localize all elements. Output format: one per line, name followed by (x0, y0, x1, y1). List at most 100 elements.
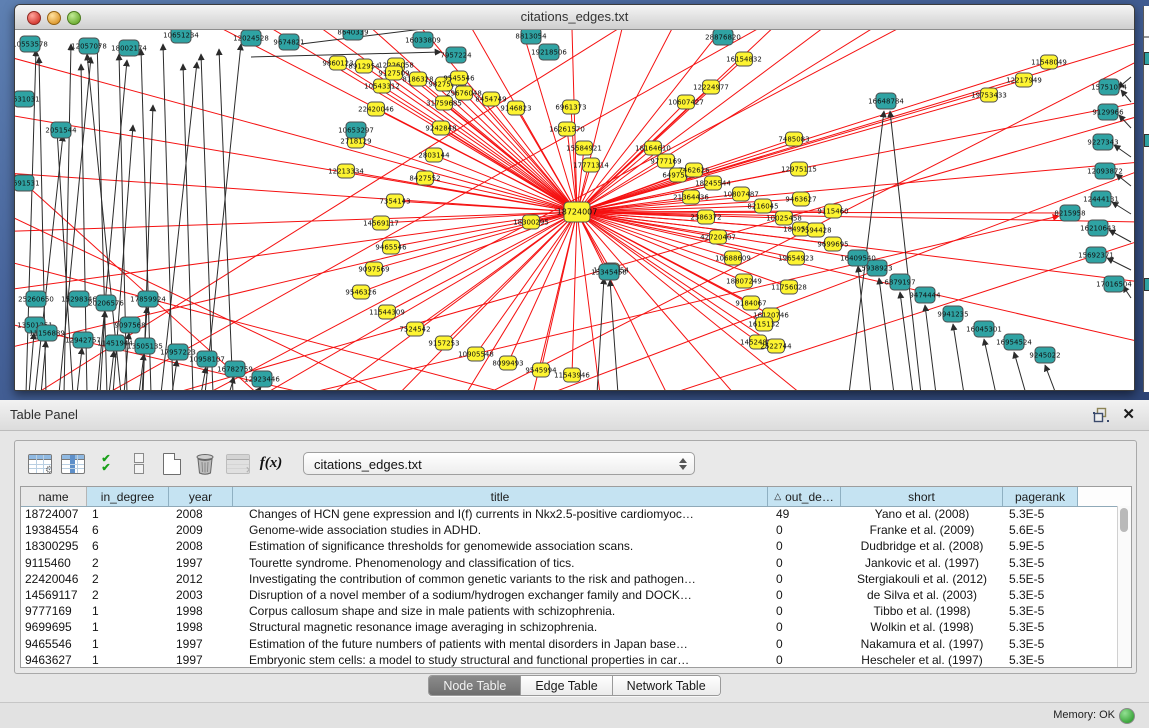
table-row[interactable]: 946362711997Embryonic stem cells: a mode… (21, 652, 1118, 668)
graph-edge[interactable] (251, 212, 577, 390)
table-cell: Hescheler et al. (1997) (841, 652, 1003, 668)
graph-edge[interactable] (577, 212, 1134, 342)
graph-node-label: 9545546 (443, 75, 475, 83)
graph-edge[interactable] (444, 103, 577, 212)
table-cell: 2008 (169, 538, 233, 554)
column-header-name[interactable]: name (21, 487, 87, 506)
table-row[interactable]: 977716911998Corpus callosum shape and si… (21, 603, 1118, 619)
table-row[interactable]: 946554611997Estimation of the future num… (21, 636, 1118, 652)
graph-edge[interactable] (610, 280, 618, 390)
scrollbar-thumb[interactable] (1120, 508, 1128, 532)
column-header-year[interactable]: year (169, 487, 233, 506)
graph-edge[interactable] (858, 266, 871, 390)
graph-node-label: 17771314 (573, 162, 609, 170)
table-cell: 1 (87, 652, 169, 668)
graph-edge[interactable] (251, 52, 441, 57)
table-row[interactable]: 1456911722003Disruption of a novel membe… (21, 587, 1118, 603)
table-row[interactable]: 969969511998Structural magnetic resonanc… (21, 619, 1118, 635)
network-graph[interactable]: 9860123891295412226058912750981863281054… (15, 30, 1134, 390)
graph-edge[interactable] (391, 212, 577, 390)
delete-rows-icon[interactable] (190, 449, 220, 479)
graph-edge[interactable] (1114, 145, 1131, 157)
graph-edge[interactable] (163, 44, 173, 390)
graph-edge[interactable] (1045, 365, 1056, 390)
graph-edge[interactable] (15, 212, 577, 292)
tab-node-table[interactable]: Node Table (429, 676, 521, 695)
graph-node-label: 11756028 (771, 284, 807, 292)
graph-edge[interactable] (35, 135, 63, 390)
graph-edge[interactable] (577, 30, 811, 212)
table-cell: 0 (768, 522, 841, 538)
graph-edge[interactable] (161, 117, 1134, 390)
graph-edge[interactable] (29, 333, 34, 390)
table-row[interactable]: 1872400712008Changes of HCN gene express… (21, 506, 1118, 522)
column-header-in_degree[interactable]: in_degree (87, 487, 169, 506)
graph-edge[interactable] (205, 44, 241, 390)
graph-edge[interactable] (382, 86, 577, 212)
graph-edge[interactable] (151, 30, 577, 212)
close-panel-icon[interactable]: ✕ (1122, 405, 1135, 423)
graph-edge[interactable] (211, 30, 577, 212)
column-header-title[interactable]: title (233, 487, 768, 506)
float-panel-icon[interactable] (1093, 407, 1109, 423)
graph-node-label: 7594428 (800, 227, 831, 235)
window-titlebar[interactable]: citations_edges.txt (15, 5, 1134, 30)
graph-node-label: 10807487 (723, 191, 759, 199)
graph-edge[interactable] (476, 212, 577, 354)
select-columns-icon[interactable] (58, 449, 88, 479)
column-header-out_de[interactable]: △out_de… (768, 487, 841, 506)
table-cell: 5.3E-5 (1003, 636, 1078, 652)
graph-edge[interactable] (577, 62, 1049, 212)
graph-edge[interactable] (395, 201, 577, 212)
table-selector-dropdown[interactable]: citations_edges.txt (303, 452, 695, 475)
graph-edge[interactable] (77, 348, 82, 390)
table-row[interactable]: 1830029562008Estimation of significance … (21, 538, 1118, 554)
table-cell: Estimation of the future numbers of pati… (233, 636, 768, 652)
graph-edge[interactable] (577, 212, 601, 390)
new-table-icon[interactable] (157, 449, 187, 479)
graph-edge[interactable] (1112, 202, 1131, 214)
tab-edge-table[interactable]: Edge Table (521, 676, 612, 695)
graph-edge[interactable] (15, 257, 521, 390)
graph-edge[interactable] (984, 339, 996, 390)
graph-edge[interactable] (1121, 90, 1131, 102)
function-builder-icon[interactable]: f(x) (256, 449, 286, 479)
table-cell: 1997 (169, 652, 233, 668)
table-row[interactable]: 911546021997Tourette syndrome. Phenomeno… (21, 555, 1118, 571)
graph-edge[interactable] (201, 367, 206, 390)
graph-edge[interactable] (879, 278, 894, 390)
column-header-short[interactable]: short (841, 487, 1003, 506)
graph-node-label: 9146823 (500, 105, 531, 113)
table-cell: 0 (768, 636, 841, 652)
column-header-pagerank[interactable]: pagerank (1003, 487, 1078, 506)
graph-edge[interactable] (219, 49, 233, 390)
network-canvas[interactable]: 9860123891295412226058912750981863281054… (15, 30, 1134, 390)
graph-edge[interactable] (1014, 352, 1026, 390)
table-cell: 49 (768, 506, 841, 522)
row-height-icon[interactable] (124, 449, 154, 479)
graph-edge[interactable] (541, 212, 577, 370)
memory-status-indicator[interactable] (1119, 708, 1135, 724)
graph-edge[interactable] (15, 212, 577, 232)
graph-edge[interactable] (1116, 174, 1131, 186)
graph-node-label: 2522744 (760, 343, 792, 351)
vertical-scrollbar[interactable] (1117, 506, 1131, 667)
graph-node-label: 22420046 (358, 106, 394, 114)
column-header-label: name (38, 490, 68, 504)
tab-network-table[interactable]: Network Table (613, 676, 720, 695)
table-cell: 22420046 (21, 571, 87, 587)
graph-edge[interactable] (925, 305, 936, 390)
graph-edge[interactable] (953, 324, 964, 390)
table-settings-icon[interactable]: ⚙ (25, 449, 55, 479)
graph-edge[interactable] (577, 212, 1134, 222)
graph-node-label: 18807249 (726, 278, 762, 286)
graph-edge[interactable] (1107, 258, 1131, 270)
select-rows-icon[interactable]: ✔✔ (91, 449, 121, 479)
graph-node-label: 11548049 (1031, 59, 1067, 67)
graph-edge[interactable] (387, 212, 577, 312)
table-row[interactable]: 2242004622012Investigating the contribut… (21, 571, 1118, 587)
graph-node-label: 9545994 (525, 367, 557, 375)
table-row[interactable]: 1938455462009Genome-wide association stu… (21, 522, 1118, 538)
graph-edge[interactable] (890, 111, 921, 390)
memory-status-label: Memory: OK (1053, 709, 1115, 721)
